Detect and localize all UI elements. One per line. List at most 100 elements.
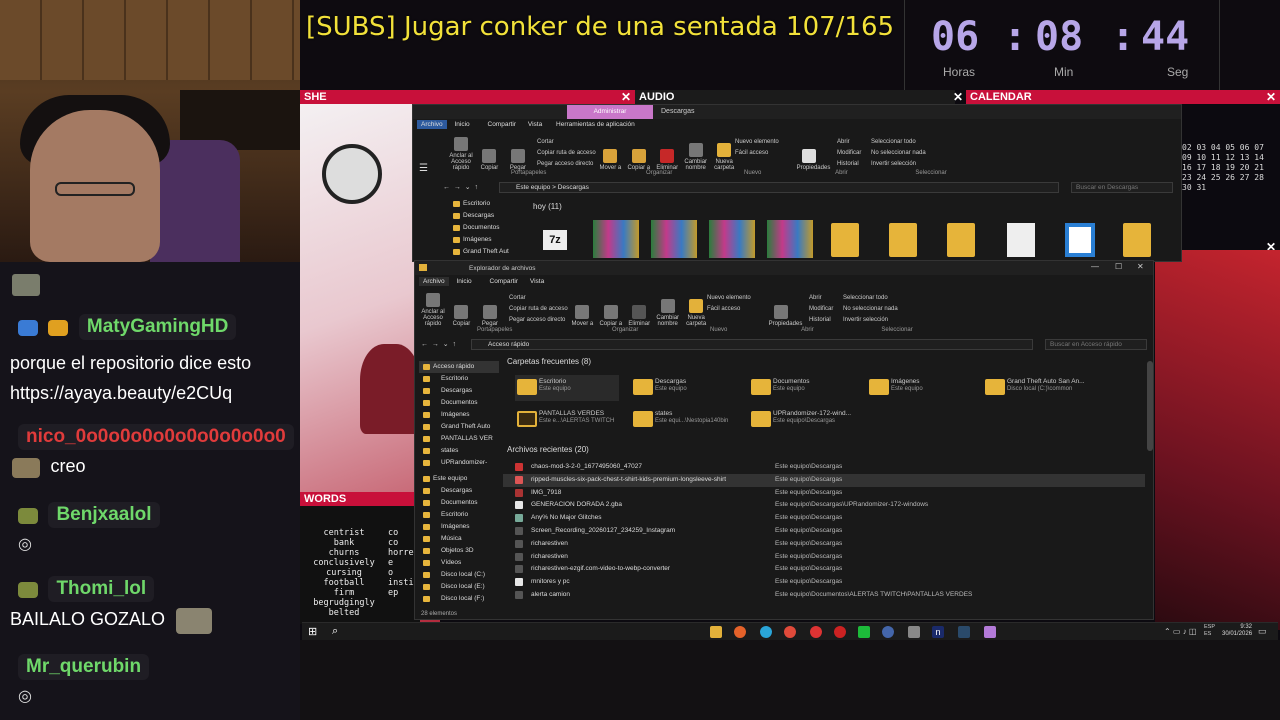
recent-file-row[interactable]: IMG_7918 Este equipo\Descargas [503,487,1145,500]
chat-username[interactable]: Thomi_lol [48,576,155,602]
7z-file-icon[interactable]: 7z [543,230,567,250]
nav-item[interactable]: Música [419,533,499,545]
new-item-button[interactable]: Nuevo elemento [707,293,751,304]
pin-button[interactable]: Anclar al Acceso rápido [449,137,473,171]
new-folder-button[interactable]: Nueva carpeta [712,143,736,171]
recent-file-row[interactable]: ripped-muscles-six-pack-chest-t-shirt-ki… [503,473,1145,487]
frequent-folder[interactable]: Documentos Este equipo [749,375,853,401]
close-icon[interactable]: ✕ [1266,90,1276,104]
frequent-folder[interactable]: Descargas Este equipo [631,375,735,401]
copy-button[interactable]: Copiar [449,305,473,327]
app-icon[interactable] [834,626,846,638]
breadcrumb-item[interactable]: Este equipo [516,184,550,191]
search-icon[interactable]: ⌕ [332,625,338,638]
folder-icon[interactable] [889,223,917,257]
menu-archivo[interactable]: Archivo [417,120,447,129]
select-all-button[interactable]: Seleccionar todo [871,137,926,148]
delete-button[interactable]: Eliminar [655,149,679,171]
recent-file-row[interactable]: richarestiven Este equipo\Descargas [503,538,1145,551]
nav-item[interactable]: Grand Theft Aut [449,246,509,258]
select-none-button[interactable]: No seleccionar nada [871,148,926,159]
minimize-button[interactable]: — [1091,262,1099,271]
steam-icon[interactable] [958,626,970,638]
clock[interactable]: 9:32 30/01/2026 [1222,624,1252,638]
explorer-icon[interactable] [710,626,722,638]
new-folder-button[interactable]: Nueva carpeta [684,299,708,327]
recent-file-row[interactable]: Screen_Recording_20260127_234259_Instagr… [503,525,1145,538]
nav-item[interactable]: Escritorio [449,198,509,210]
select-none-button[interactable]: No seleccionar nada [843,304,898,315]
nav-item[interactable]: Vídeos [419,557,499,569]
select-all-button[interactable]: Seleccionar todo [843,293,898,304]
history-button[interactable]: Historial [809,315,833,326]
nav-item[interactable]: Disco local (C:) [419,569,499,581]
breadcrumb-item[interactable]: Descargas [558,184,589,191]
folder-icon[interactable] [1123,223,1151,257]
scrollbar[interactable] [1147,361,1153,451]
nav-item[interactable]: Imágenes [419,409,499,421]
chat-username[interactable]: Benjxaalol [48,502,160,528]
frequent-folder[interactable]: Grand Theft Auto San An... Disco local (… [983,375,1143,401]
app-icon[interactable]: n [932,626,944,638]
nav-item[interactable]: Documentos [419,497,499,509]
menu-archivo[interactable]: Archivo [419,277,449,286]
address-bar[interactable]: Este equipo > Descargas [499,182,1059,193]
frequent-folder[interactable]: Imágenes Este equipo [867,375,971,401]
window-file-icon[interactable] [1065,223,1095,257]
hamburger-icon[interactable]: ☰ [419,163,433,175]
chat-username[interactable]: nico_0o0o0o0o0o0o0o0o0o0 [18,424,294,450]
history-button[interactable]: Historial [837,159,861,170]
folder-icon[interactable] [831,223,859,257]
nav-item[interactable]: Disco local (F:) [419,593,499,605]
close-icon[interactable]: ✕ [953,90,963,104]
paste-shortcut-button[interactable]: Pegar acceso directo [509,315,568,326]
breadcrumb-item[interactable]: Acceso rápido [488,341,529,348]
easy-access-button[interactable]: Fácil acceso [707,304,751,315]
firefox-icon[interactable] [734,626,746,638]
menu-compartir[interactable]: Compartir [490,278,519,285]
recent-file-row[interactable]: chaos-mod-3-2-0_1677495060_47027 Este equ… [503,461,1145,474]
recent-file-row[interactable]: Any% No Major Glitches Este equipo\Descar… [503,512,1145,525]
menu-herramientas[interactable]: Herramientas de aplicación [556,121,635,128]
edit-button[interactable]: Modificar [809,304,833,315]
move-button[interactable]: Mover a [598,149,622,171]
copy-button[interactable]: Copiar [477,149,501,171]
properties-button[interactable]: Propiedades [797,149,830,171]
cut-button[interactable]: Cortar [509,293,568,304]
recent-file-row[interactable]: richarestiven-ezgif.com-video-to-webp-co… [503,563,1145,576]
close-button[interactable]: ✕ [1137,262,1144,271]
nav-item[interactable]: Imágenes [419,521,499,533]
rename-button[interactable]: Cambiar nombre [656,299,680,327]
new-item-button[interactable]: Nuevo elemento [735,137,779,148]
nav-item[interactable]: Acceso rápido [419,361,499,373]
copy-path-button[interactable]: Copiar ruta de acceso [537,148,596,159]
chrome-icon[interactable] [784,626,796,638]
copy-to-button[interactable]: Copiar a [599,305,623,327]
open-button[interactable]: Abrir [837,137,861,148]
edge-icon[interactable] [760,626,772,638]
cut-button[interactable]: Cortar [537,137,596,148]
copy-to-button[interactable]: Copiar a [627,149,651,171]
frequent-folder[interactable]: Escritorio Este equipo [515,375,619,401]
search-input[interactable]: Buscar en Acceso rápido [1045,339,1147,350]
app-icon[interactable] [908,626,920,638]
nav-item[interactable]: Descargas [419,385,499,397]
nav-item[interactable]: Grand Theft Auto [419,421,499,433]
recent-file-row[interactable]: richarestiven Este equipo\Descargas [503,551,1145,564]
edit-button[interactable]: Modificar [837,148,861,159]
move-button[interactable]: Mover a [570,305,594,327]
nav-item[interactable]: Documentos [419,397,499,409]
rar-file-icon[interactable] [593,220,639,258]
nav-item[interactable]: Este equipo [419,473,499,485]
properties-button[interactable]: Propiedades [769,305,802,327]
chat-username[interactable]: Mr_querubin [18,654,150,680]
frequent-folder[interactable]: UPRandomizer-172-wind... Este equipo\Des… [749,407,879,433]
nav-item[interactable]: Escritorio [419,373,499,385]
recent-file-row[interactable]: alerta camion Este equipo\Documentos\ALER… [503,589,1145,602]
rename-button[interactable]: Cambiar nombre [684,143,708,171]
menu-compartir[interactable]: Compartir [488,121,517,128]
notification-icon[interactable]: ▭ [1258,626,1267,637]
nav-item[interactable]: Descargas [419,485,499,497]
app-icon[interactable] [984,626,996,638]
pin-button[interactable]: Anclar al Acceso rápido [421,293,445,327]
